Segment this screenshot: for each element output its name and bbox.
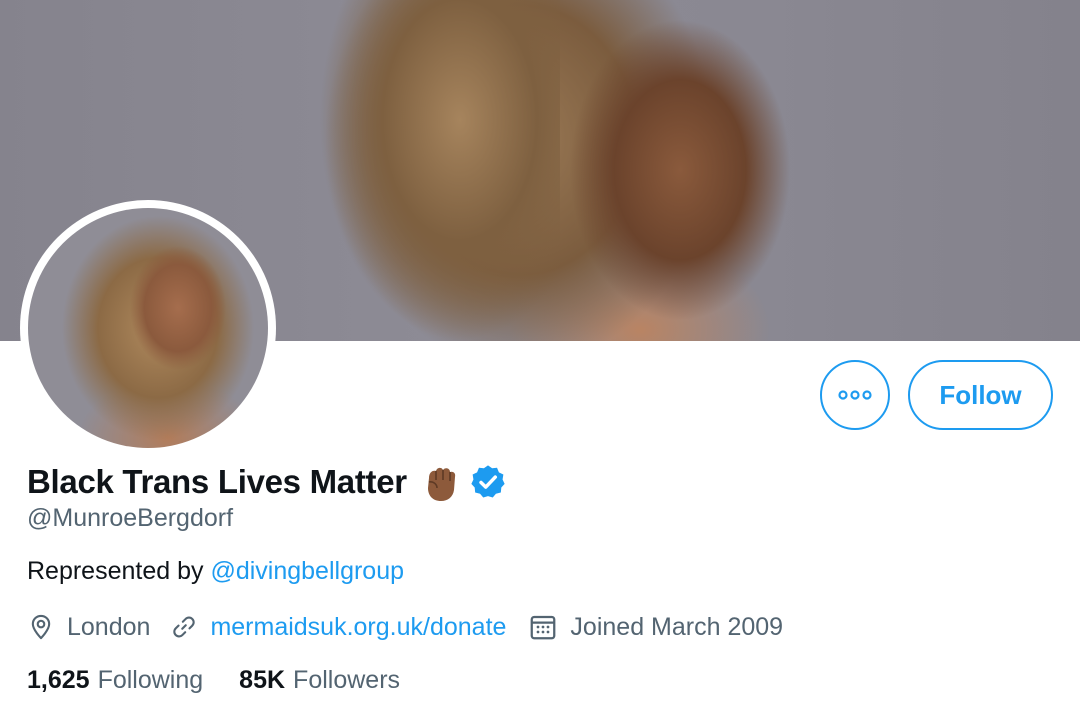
meta-location: London <box>27 613 150 642</box>
profile-bio: Represented by @divingbellgroup <box>27 557 404 586</box>
calendar-icon <box>531 615 556 640</box>
bio-text: Represented by <box>27 557 211 585</box>
location-pin-icon <box>31 614 51 640</box>
location-text: London <box>67 612 151 641</box>
link-icon <box>173 616 196 638</box>
followers-count: 85K <box>239 665 286 694</box>
profile-name-row: Black Trans Lives Matter <box>27 458 507 506</box>
banner-photo-detail <box>300 0 560 341</box>
joined-text: Joined March 2009 <box>570 612 784 641</box>
display-name: Black Trans Lives Matter <box>27 463 407 500</box>
bio-mention-link[interactable]: @divingbellgroup <box>210 557 404 585</box>
more-options-button[interactable] <box>820 360 890 430</box>
followers-stat[interactable]: 85K Followers <box>239 666 400 695</box>
raised-fist-icon <box>419 460 463 504</box>
followers-label: Followers <box>293 665 401 694</box>
profile-stats-row: 1,625 Following 85K Followers <box>27 662 400 698</box>
avatar[interactable] <box>28 208 268 448</box>
more-horizontal-icon <box>838 390 872 400</box>
profile-handle: @MunroeBergdorf <box>27 504 234 532</box>
website-link[interactable]: mermaidsuk.org.uk/donate <box>210 613 506 642</box>
following-stat[interactable]: 1,625 Following <box>27 666 203 695</box>
follow-button[interactable]: Follow <box>908 360 1053 430</box>
meta-joined: Joined March 2009 <box>528 612 783 642</box>
profile-meta-row: London mermaidsuk.org.uk/donate Joined M… <box>27 608 783 646</box>
verified-badge-icon[interactable] <box>469 463 507 501</box>
meta-website: mermaidsuk.org.uk/donate <box>170 613 506 642</box>
following-count: 1,625 <box>27 665 90 694</box>
following-label: Following <box>97 665 204 694</box>
